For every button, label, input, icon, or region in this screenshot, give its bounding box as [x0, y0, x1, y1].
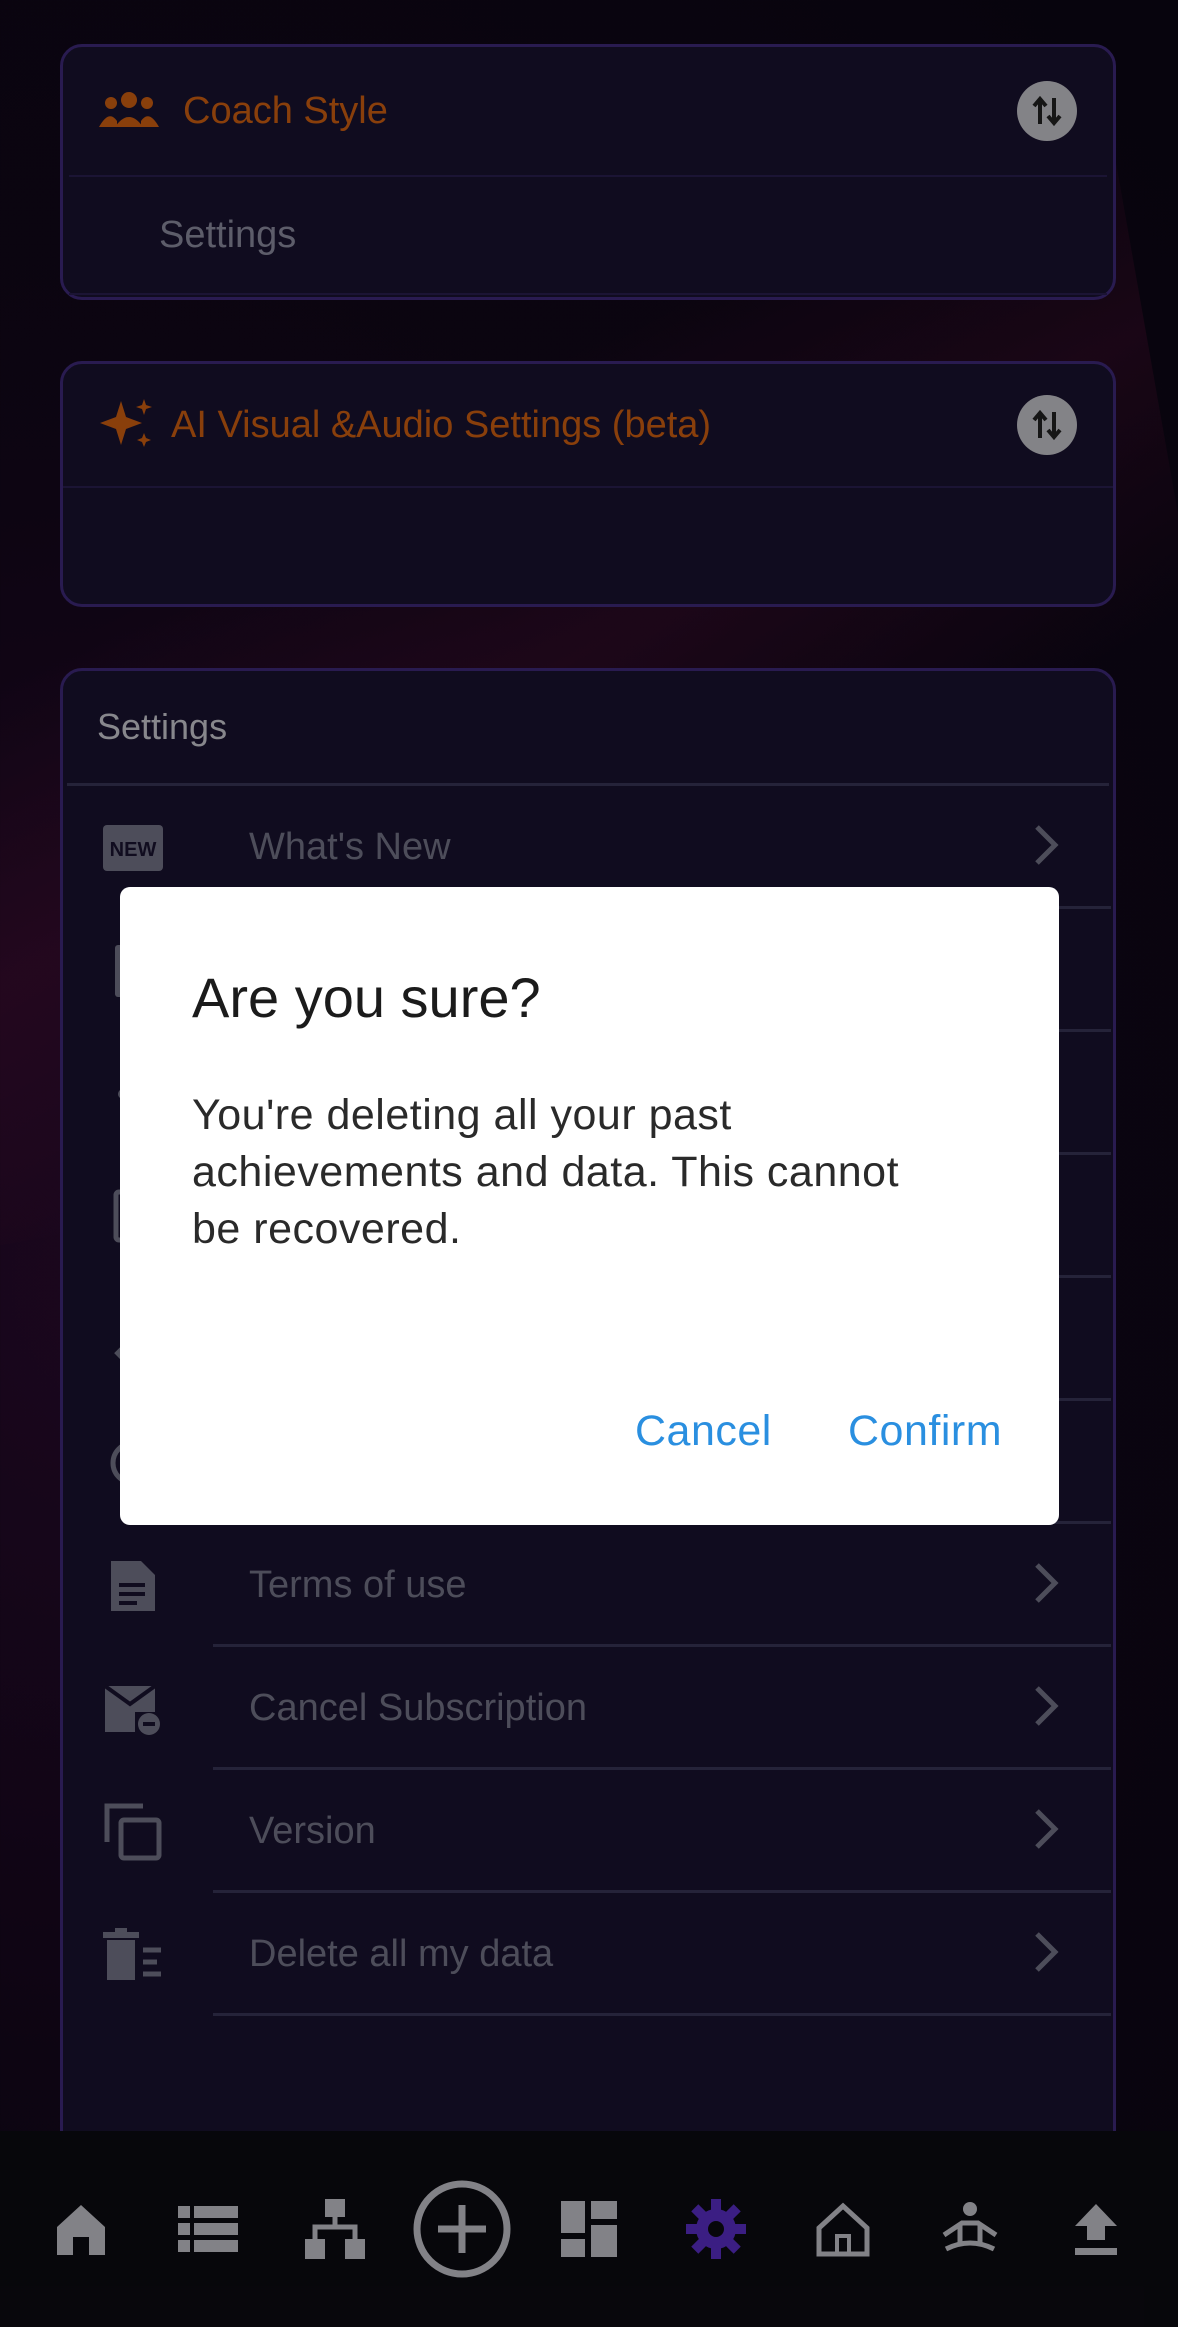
- confirm-button[interactable]: Confirm: [848, 1407, 1002, 1456]
- confirm-dialog: Are you sure? You're deleting all your p…: [120, 887, 1059, 1525]
- cancel-button[interactable]: Cancel: [635, 1407, 772, 1456]
- dialog-message: You're deleting all your past achievemen…: [192, 1091, 900, 1253]
- dialog-title: Are you sure?: [192, 966, 541, 1029]
